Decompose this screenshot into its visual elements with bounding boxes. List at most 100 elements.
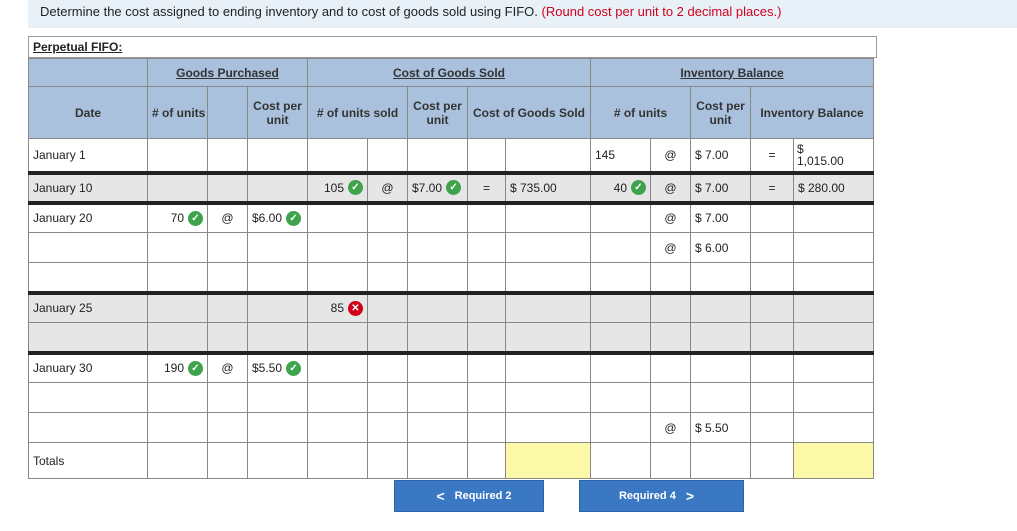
input-cell[interactable] xyxy=(367,262,408,293)
input-cell[interactable] xyxy=(690,290,751,323)
input-cell[interactable] xyxy=(207,232,248,263)
input-cell[interactable] xyxy=(650,382,691,413)
input-cell[interactable] xyxy=(750,262,794,293)
input-cell[interactable] xyxy=(505,322,591,353)
input-cell[interactable] xyxy=(793,382,874,413)
input-cell[interactable] xyxy=(690,262,751,293)
input-cell[interactable] xyxy=(147,322,208,353)
input-cell[interactable] xyxy=(147,412,208,443)
input-cell[interactable] xyxy=(407,412,468,443)
input-cell[interactable] xyxy=(690,322,751,353)
input-cell[interactable] xyxy=(207,382,248,413)
input-cell[interactable] xyxy=(247,170,308,203)
input-cell[interactable] xyxy=(367,322,408,353)
input-cell[interactable] xyxy=(367,138,408,173)
input-cell[interactable] xyxy=(367,200,408,233)
units-cell[interactable]: 70 ✓ xyxy=(147,200,208,233)
units-sold-cell[interactable]: 105 ✓ xyxy=(307,170,368,203)
input-cell[interactable] xyxy=(505,262,591,293)
input-cell[interactable] xyxy=(207,442,248,479)
input-cell[interactable] xyxy=(207,262,248,293)
input-cell[interactable] xyxy=(147,138,208,173)
input-cell[interactable] xyxy=(307,262,368,293)
input-cell[interactable] xyxy=(307,350,368,383)
input-cell[interactable] xyxy=(247,262,308,293)
input-cell[interactable] xyxy=(147,290,208,323)
inventory-balance-cell[interactable]: $1,015.00 xyxy=(793,138,874,173)
input-cell[interactable] xyxy=(505,350,591,383)
input-cell[interactable] xyxy=(793,232,874,263)
input-cell[interactable] xyxy=(467,200,506,233)
cost-cell[interactable]: $6.00 ✓ xyxy=(247,200,308,233)
input-cell[interactable] xyxy=(247,232,308,263)
balance-cost-cell[interactable]: $ 7.00 xyxy=(690,170,751,203)
input-cell[interactable] xyxy=(407,322,468,353)
input-cell[interactable] xyxy=(407,138,468,173)
balance-units-cell[interactable]: 40 ✓ xyxy=(590,170,651,203)
input-cell[interactable] xyxy=(467,232,506,263)
input-cell[interactable] xyxy=(750,412,794,443)
input-cell[interactable] xyxy=(147,170,208,203)
cogs-cost-cell[interactable]: $7.00 ✓ xyxy=(407,170,468,203)
input-cell[interactable] xyxy=(690,382,751,413)
input-cell[interactable] xyxy=(650,350,691,383)
input-cell[interactable] xyxy=(590,262,651,293)
input-cell[interactable] xyxy=(247,442,308,479)
input-cell[interactable] xyxy=(367,232,408,263)
input-cell[interactable] xyxy=(307,382,368,413)
input-cell[interactable] xyxy=(207,322,248,353)
input-cell[interactable] xyxy=(407,232,468,263)
input-cell[interactable] xyxy=(505,138,591,173)
units-sold-cell[interactable]: 85 ✕ xyxy=(307,290,368,323)
balance-cost-cell[interactable]: $ 5.50 xyxy=(690,412,751,443)
input-cell[interactable] xyxy=(467,290,506,323)
input-cell[interactable] xyxy=(207,412,248,443)
input-cell[interactable] xyxy=(207,170,248,203)
input-cell[interactable] xyxy=(367,290,408,323)
input-cell[interactable] xyxy=(367,412,408,443)
balance-units-cell[interactable]: 145 xyxy=(590,138,651,173)
input-cell[interactable] xyxy=(307,442,368,479)
input-cell[interactable] xyxy=(650,442,691,479)
input-cell[interactable] xyxy=(467,138,506,173)
input-cell[interactable] xyxy=(505,232,591,263)
input-cell[interactable] xyxy=(307,412,368,443)
input-cell[interactable] xyxy=(590,412,651,443)
input-cell[interactable] xyxy=(590,200,651,233)
input-cell[interactable] xyxy=(247,290,308,323)
input-cell[interactable] xyxy=(207,290,248,323)
input-cell[interactable] xyxy=(590,442,651,479)
input-cell[interactable] xyxy=(247,382,308,413)
required-4-button[interactable]: Required 4 > xyxy=(579,480,744,512)
input-cell[interactable] xyxy=(793,262,874,293)
input-cell[interactable] xyxy=(590,350,651,383)
inventory-balance-cell[interactable]: $ 280.00 xyxy=(793,170,874,203)
input-cell[interactable] xyxy=(247,322,308,353)
input-cell[interactable] xyxy=(467,412,506,443)
input-cell[interactable] xyxy=(750,290,794,323)
input-cell[interactable] xyxy=(650,262,691,293)
input-cell[interactable] xyxy=(247,412,308,443)
input-cell[interactable] xyxy=(590,290,651,323)
input-cell[interactable] xyxy=(650,290,691,323)
input-cell[interactable] xyxy=(247,138,308,173)
input-cell[interactable] xyxy=(407,382,468,413)
units-cell[interactable]: 190 ✓ xyxy=(147,350,208,383)
input-cell[interactable] xyxy=(407,442,468,479)
total-inventory-input[interactable] xyxy=(793,442,874,479)
input-cell[interactable] xyxy=(750,322,794,353)
input-cell[interactable] xyxy=(467,322,506,353)
input-cell[interactable] xyxy=(407,200,468,233)
input-cell[interactable] xyxy=(467,262,506,293)
input-cell[interactable] xyxy=(750,382,794,413)
input-cell[interactable] xyxy=(590,322,651,353)
balance-cost-cell[interactable]: $ 6.00 xyxy=(690,232,751,263)
input-cell[interactable] xyxy=(690,442,751,479)
input-cell[interactable] xyxy=(505,412,591,443)
input-cell[interactable] xyxy=(793,412,874,443)
input-cell[interactable] xyxy=(147,262,208,293)
input-cell[interactable] xyxy=(793,290,874,323)
input-cell[interactable] xyxy=(690,350,751,383)
input-cell[interactable] xyxy=(505,200,591,233)
total-cogs-input[interactable] xyxy=(505,442,591,479)
